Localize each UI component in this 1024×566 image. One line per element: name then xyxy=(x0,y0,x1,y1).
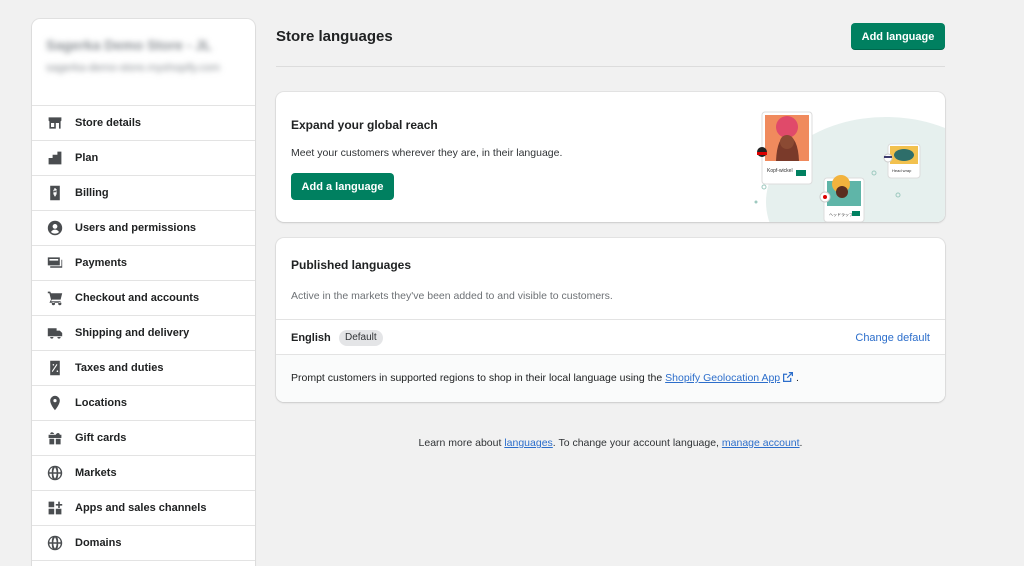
language-name: English xyxy=(291,332,331,344)
header-divider xyxy=(276,66,945,67)
illustration-card-label-jp: ヘッドラップ xyxy=(829,211,853,217)
manage-account-link[interactable]: manage account xyxy=(722,437,800,449)
sidebar-item-domains[interactable]: Domains xyxy=(32,526,255,561)
sidebar-item-label: Plan xyxy=(75,152,99,164)
sidebar-item-label: Store details xyxy=(75,117,142,129)
sidebar-item-checkout[interactable]: Checkout and accounts xyxy=(32,281,255,316)
sidebar-item-label: Taxes and duties xyxy=(75,362,164,374)
illustration-card-label: Kopf-wickel xyxy=(767,168,793,174)
sidebar-item-payments[interactable]: Payments xyxy=(32,246,255,281)
sidebar-item-billing[interactable]: Billing xyxy=(32,176,255,211)
languages-link[interactable]: languages xyxy=(504,437,552,449)
sidebar-item-label: Locations xyxy=(75,397,127,409)
location-pin-icon xyxy=(46,394,64,412)
global-reach-text: Meet your customers wherever they are, i… xyxy=(291,147,563,159)
payments-icon xyxy=(46,254,64,272)
tax-icon xyxy=(46,359,64,377)
footer-text-before: Learn more about xyxy=(418,437,505,449)
prompt-text-before: Prompt customers in supported regions to… xyxy=(291,372,666,384)
globe-icon xyxy=(46,464,64,482)
footer-note: Learn more about languages. To change yo… xyxy=(276,437,945,449)
footer-text-middle: . To change your account language, xyxy=(552,437,722,449)
domain-globe-icon xyxy=(46,534,64,552)
footer-text-after: . xyxy=(799,437,803,449)
sidebar-item-label: Apps and sales channels xyxy=(75,502,207,514)
global-reach-title: Expand your global reach xyxy=(291,118,438,132)
sidebar-item-label: Checkout and accounts xyxy=(75,292,200,304)
sidebar-item-label: Payments xyxy=(75,257,127,269)
geolocation-prompt-text: Prompt customers in supported regions to… xyxy=(291,372,799,384)
geolocation-prompt: Prompt customers in supported regions to… xyxy=(276,355,945,402)
sidebar-item-label: Shipping and delivery xyxy=(75,327,190,339)
sidebar-item-label: Billing xyxy=(75,187,109,199)
language-row: English Default Change default xyxy=(276,319,945,355)
store-name: Sagerka Demo Store - JL xyxy=(46,37,212,53)
billing-icon xyxy=(46,184,64,202)
store-url: sagerka-demo-store.myshopify.com xyxy=(46,62,221,74)
sidebar-item-shipping[interactable]: Shipping and delivery xyxy=(32,316,255,351)
change-default-link[interactable]: Change default xyxy=(855,332,930,344)
truck-icon xyxy=(46,324,64,342)
sidebar-item-label: Markets xyxy=(75,467,117,479)
cart-icon xyxy=(46,289,64,307)
sidebar-item-users[interactable]: Users and permissions xyxy=(32,211,255,246)
sidebar-item-plan[interactable]: Plan xyxy=(32,141,255,176)
published-languages-title: Published languages xyxy=(291,258,412,272)
published-languages-subtitle: Active in the markets they've been added… xyxy=(291,290,613,302)
sidebar-item-taxes[interactable]: Taxes and duties xyxy=(32,351,255,386)
sidebar-item-markets[interactable]: Markets xyxy=(32,456,255,491)
settings-sidebar: Sagerka Demo Store - JL sagerka-demo-sto… xyxy=(32,19,255,566)
user-icon xyxy=(46,219,64,237)
add-a-language-button[interactable]: Add a language xyxy=(291,173,394,200)
apps-icon xyxy=(46,499,64,517)
sidebar-item-apps[interactable]: Apps and sales channels xyxy=(32,491,255,526)
sidebar-item-store-details[interactable]: Store details xyxy=(32,106,255,141)
sidebar-item-gift-cards[interactable]: Gift cards xyxy=(32,421,255,456)
store-icon xyxy=(46,114,64,132)
sidebar-item-locations[interactable]: Locations xyxy=(32,386,255,421)
add-language-button[interactable]: Add language xyxy=(851,23,945,50)
languages-illustration-icon: Kopf-wickel ヘッドラップ Head wrap xyxy=(754,111,945,222)
default-badge: Default xyxy=(339,330,383,346)
sidebar-item-label: Gift cards xyxy=(75,432,127,444)
illustration-card-label-en: Head wrap xyxy=(892,168,912,173)
published-languages-card: Published languages Active in the market… xyxy=(276,238,945,402)
global-reach-card: Expand your global reach Meet your custo… xyxy=(276,92,945,222)
external-link-icon[interactable] xyxy=(783,372,794,382)
store-header[interactable]: Sagerka Demo Store - JL sagerka-demo-sto… xyxy=(32,19,255,106)
plan-icon xyxy=(46,149,64,167)
geolocation-app-link[interactable]: Shopify Geolocation App xyxy=(665,372,780,384)
prompt-text-after: . xyxy=(793,372,799,384)
sidebar-item-label: Domains xyxy=(75,537,122,549)
page-title: Store languages xyxy=(276,28,393,45)
sidebar-item-label: Users and permissions xyxy=(75,222,197,234)
gift-icon xyxy=(46,429,64,447)
